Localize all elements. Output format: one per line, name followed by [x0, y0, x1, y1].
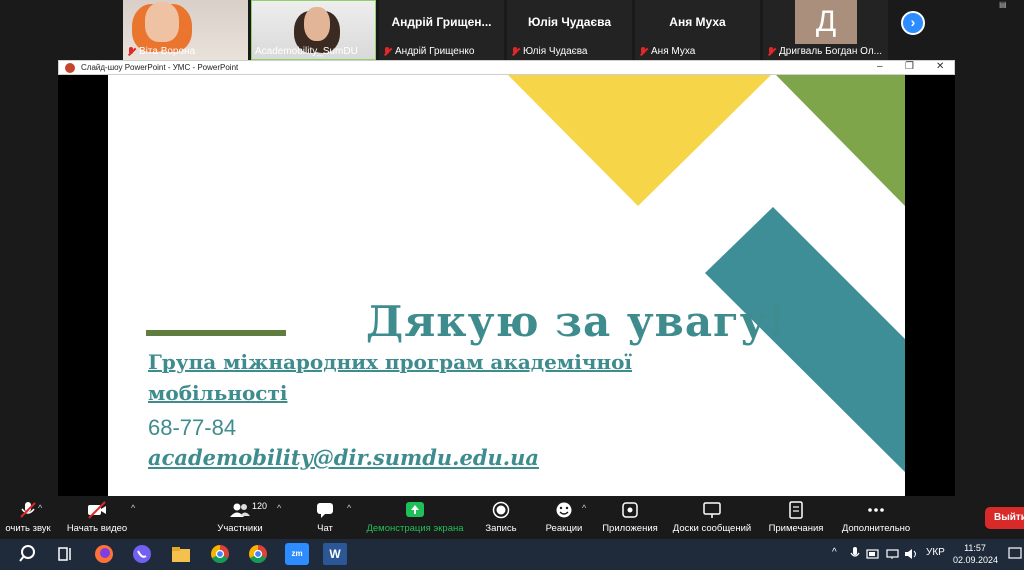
minimize-icon[interactable]: ‒ [877, 61, 883, 72]
word-taskbar-icon[interactable]: W [323, 543, 347, 565]
phone-number: 68-77-84 [148, 415, 237, 440]
time: 11:57 [964, 543, 986, 553]
next-page-button[interactable]: › [901, 11, 925, 35]
video-options-caret[interactable]: ^ [131, 503, 135, 513]
participant-tile-yulia[interactable]: Юлія Чудаєва Юлія Чудаєва [507, 0, 632, 60]
slide-title: Дякую за увагу! [365, 297, 788, 346]
powerpoint-icon [65, 63, 75, 73]
view-options-icon[interactable]: ▤ [999, 0, 1007, 9]
file-explorer-icon[interactable] [169, 543, 193, 565]
chevron-right-icon: › [910, 14, 916, 30]
more-button[interactable]: Дополнительно [826, 499, 926, 539]
battery-icon[interactable] [866, 548, 880, 560]
reactions-icon [556, 502, 572, 518]
chrome-profile-icon[interactable] [246, 543, 270, 565]
mic-muted-icon [639, 46, 648, 57]
network-icon[interactable] [886, 548, 900, 560]
participant-tile-anya[interactable]: Аня Муха Аня Муха [635, 0, 760, 60]
yellow-triangle [508, 75, 771, 206]
participant-name: Аня Муха [651, 46, 696, 57]
chat-label: Чат [317, 523, 333, 534]
viber-icon[interactable] [130, 543, 154, 565]
apps-icon [622, 502, 638, 518]
group-name-line-2[interactable]: мобільності [148, 381, 287, 405]
participant-display-name: Юлія Чудаєва [528, 15, 611, 29]
participants-icon [230, 503, 250, 517]
microphone-icon[interactable] [850, 547, 860, 561]
mic-muted-icon [20, 502, 36, 518]
notifications-icon[interactable] [1008, 547, 1022, 561]
participant-name: Дригваль Богдан Ол... [779, 46, 883, 57]
participant-tile-vita[interactable]: Віта Ворона [123, 0, 248, 60]
mic-muted-icon [511, 46, 520, 57]
tray-overflow-icon[interactable]: ^ [832, 547, 837, 558]
audio-options-caret[interactable]: ^ [38, 503, 42, 513]
chat-options-caret[interactable]: ^ [347, 503, 351, 513]
notes-icon [789, 501, 803, 519]
green-triangle [776, 75, 905, 206]
whiteboard-icon [703, 502, 721, 518]
task-view-icon[interactable] [53, 543, 77, 565]
more-label: Дополнительно [841, 523, 911, 534]
participant-name: Academobility_SumDU [255, 46, 358, 57]
record-icon [492, 501, 510, 519]
meeting-toolbar: очить звук ^ Начать видео ^ Участники 12… [0, 497, 1024, 539]
divider [146, 330, 286, 336]
powerpoint-titlebar: Слайд-шоу PowerPoint - УМС - PowerPoint … [58, 60, 955, 75]
share-screen-button[interactable]: Демонстрация экрана [365, 499, 465, 539]
restore-icon[interactable]: ❐ [905, 61, 914, 72]
search-icon[interactable] [16, 543, 40, 565]
group-name-line-1[interactable]: Група міжнародних програм академічної [148, 350, 632, 374]
chat-icon [317, 503, 333, 518]
close-icon[interactable]: ✕ [936, 61, 944, 72]
participant-tile-academobility[interactable]: Academobility_SumDU [251, 0, 376, 60]
firefox-icon[interactable] [92, 543, 116, 565]
mic-muted-icon [767, 46, 776, 57]
participant-name: Андрій Грищенко [395, 46, 475, 57]
participant-name: Віта Ворона [139, 46, 196, 57]
share-screen-icon [406, 502, 424, 517]
participant-display-name: Аня Муха [669, 15, 726, 29]
clock[interactable]: 11:57 02.09.2024 [953, 542, 999, 566]
slide[interactable]: Дякую за увагу! Група міжнародних програ… [108, 75, 905, 496]
start-video-label: Начать видео [66, 523, 128, 534]
zoom-taskbar-icon[interactable]: zm [285, 543, 309, 565]
window-title: Слайд-шоу PowerPoint - УМС - PowerPoint [81, 63, 239, 72]
language-indicator[interactable]: УКР [926, 547, 945, 558]
volume-icon[interactable] [904, 548, 918, 560]
more-icon [868, 508, 884, 512]
share-screen-label: Демонстрация экрана [366, 523, 464, 534]
chrome-icon[interactable] [208, 543, 232, 565]
date: 02.09.2024 [953, 555, 999, 565]
mic-muted-icon [127, 46, 136, 57]
avatar: Д [795, 0, 857, 44]
windows-taskbar: zm W ^ УКР 11:57 02.09.2024 [0, 539, 1024, 570]
email-link[interactable]: academobility@dir.sumdu.edu.ua [148, 445, 539, 470]
participant-name: Юлія Чудаєва [523, 46, 588, 57]
video-off-icon [88, 501, 106, 519]
participants-count: 120 [252, 501, 268, 511]
participant-display-name: Андрій Грищен... [391, 15, 492, 29]
participant-strip: Віта Ворона Academobility_SumDU Андрій Г… [0, 0, 1024, 60]
mic-muted-icon [383, 46, 392, 57]
chat-button[interactable]: Чат [275, 499, 375, 539]
participant-tile-andrii[interactable]: Андрій Грищен... Андрій Грищенко [379, 0, 504, 60]
zoom-meeting-window: Віта Ворона Academobility_SumDU Андрій Г… [0, 0, 1024, 570]
leave-button[interactable]: Выйти [985, 507, 1024, 529]
